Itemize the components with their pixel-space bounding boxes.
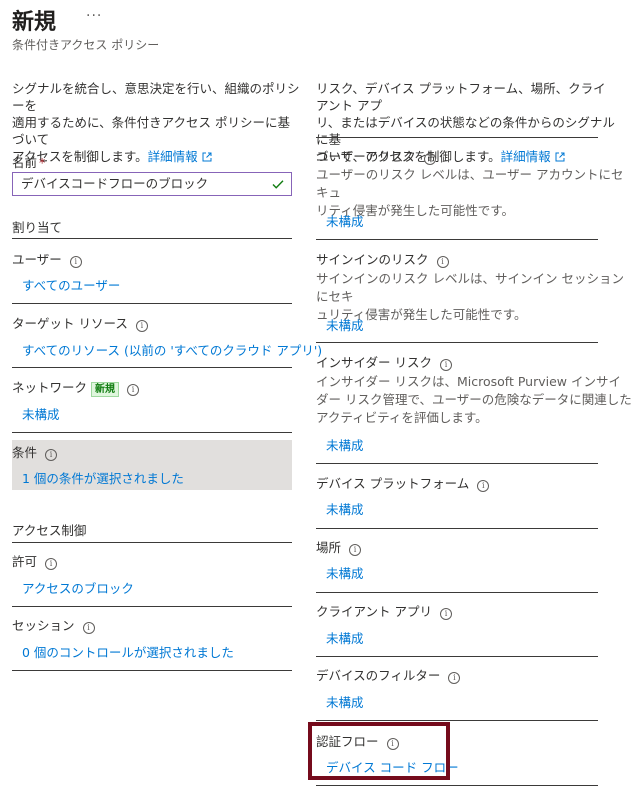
info-icon[interactable]: i: [45, 558, 58, 570]
device-platform-label: デバイス プラットフォーム i: [316, 473, 490, 492]
users-value-link[interactable]: すべてのユーザー: [22, 275, 120, 294]
divider: [316, 239, 598, 240]
divider: [316, 137, 598, 138]
divider: [316, 656, 598, 657]
access-controls-heading: アクセス制御: [12, 523, 87, 538]
network-label: ネットワーク 新規 i: [12, 377, 140, 397]
device-filter-label: デバイスのフィルター i: [316, 665, 461, 684]
device-filter-value-link[interactable]: 未構成: [326, 692, 364, 711]
required-asterisk: *: [39, 155, 46, 170]
signin-risk-description: サインインのリスク レベルは、サインイン セッションにセキ ュリティ侵害が発生した…: [316, 271, 624, 322]
left-intro: シグナルを統合し、意思決定を行い、組織のポリシーを 適用するために、条件付きアク…: [12, 80, 302, 165]
left-learn-more-link[interactable]: 詳細情報: [148, 149, 198, 164]
divider: [316, 785, 598, 786]
user-risk-label: ユーザーのリスク i: [316, 146, 436, 165]
info-icon[interactable]: i: [439, 359, 452, 371]
divider: [316, 342, 598, 343]
right-learn-more-link[interactable]: 詳細情報: [501, 149, 551, 164]
divider: [12, 432, 292, 433]
auth-flows-highlight-box: [308, 722, 450, 780]
client-apps-value-link[interactable]: 未構成: [326, 628, 364, 647]
info-icon[interactable]: i: [448, 672, 461, 684]
grant-value-link[interactable]: アクセスのブロック: [22, 578, 134, 597]
insider-risk-description: インサイダー リスクは、Microsoft Purview インサイ ダー リスク…: [316, 374, 632, 425]
divider: [12, 367, 292, 368]
divider: [316, 592, 598, 593]
divider: [12, 303, 292, 304]
left-intro-line1: シグナルを統合し、意思決定を行い、組織のポリシーを: [12, 81, 300, 113]
page-title: 新規: [12, 10, 57, 35]
external-link-icon: [555, 152, 565, 162]
new-badge: 新規: [91, 382, 120, 397]
info-icon[interactable]: i: [69, 256, 82, 268]
info-icon[interactable]: i: [135, 320, 148, 332]
user-risk-value-link[interactable]: 未構成: [326, 211, 364, 230]
grant-label: 許可 i: [12, 551, 58, 570]
divider: [316, 720, 598, 721]
divider: [12, 606, 292, 607]
external-link-icon: [202, 152, 212, 162]
session-label: セッション i: [12, 615, 95, 634]
divider: [12, 670, 292, 671]
divider: [12, 238, 292, 239]
users-label: ユーザー i: [12, 249, 82, 268]
page-subtitle: 条件付きアクセス ポリシー: [12, 38, 160, 52]
info-icon[interactable]: i: [45, 449, 58, 461]
network-value-link[interactable]: 未構成: [22, 404, 60, 423]
signin-risk-value-link[interactable]: 未構成: [326, 315, 364, 334]
user-risk-description: ユーザーのリスク レベルは、ユーザー アカウントにセキュ リティ侵害が発生した可能…: [316, 167, 624, 218]
name-label: 名前 *: [12, 155, 46, 170]
location-value-link[interactable]: 未構成: [326, 563, 364, 582]
conditions-value-link[interactable]: 1 個の条件が選択されました: [22, 468, 184, 487]
divider: [316, 463, 598, 464]
insider-risk-value-link[interactable]: 未構成: [326, 435, 364, 454]
target-resources-label: ターゲット リソース i: [12, 313, 148, 332]
divider: [12, 542, 292, 543]
info-icon[interactable]: i: [439, 608, 452, 620]
info-icon[interactable]: i: [436, 256, 449, 268]
client-apps-label: クライアント アプリ i: [316, 601, 452, 620]
right-intro-line1: リスク、デバイス プラットフォーム、場所、クライアント アプ: [316, 81, 606, 113]
info-icon[interactable]: i: [423, 153, 436, 165]
assignments-heading: 割り当て: [12, 220, 63, 235]
info-icon[interactable]: i: [477, 480, 490, 492]
more-options-icon[interactable]: ···: [86, 8, 102, 24]
info-icon[interactable]: i: [82, 622, 95, 634]
info-icon[interactable]: i: [349, 544, 362, 556]
left-intro-line3: アクセスを制御します。詳細情報: [12, 148, 302, 165]
conditions-label: 条件 i: [12, 442, 58, 461]
divider: [316, 528, 598, 529]
check-icon: [272, 180, 284, 189]
target-resources-value-link[interactable]: すべてのリソース (以前の 'すべてのクラウド アプリ'): [22, 340, 322, 359]
right-intro-line2: リ、またはデバイスの状態などの条件からのシグナルに基: [316, 115, 615, 147]
location-label: 場所 i: [316, 537, 362, 556]
policy-name-value: デバイスコードフローのブロック: [21, 176, 209, 191]
device-platform-value-link[interactable]: 未構成: [326, 499, 364, 518]
session-value-link[interactable]: 0 個のコントロールが選択されました: [22, 642, 234, 661]
policy-name-input[interactable]: デバイスコードフローのブロック: [12, 172, 292, 196]
signin-risk-label: サインインのリスク i: [316, 249, 449, 268]
left-intro-line2: 適用するために、条件付きアクセス ポリシーに基づいて: [12, 115, 290, 147]
insider-risk-label: インサイダー リスク i: [316, 352, 452, 371]
info-icon[interactable]: i: [127, 384, 140, 396]
